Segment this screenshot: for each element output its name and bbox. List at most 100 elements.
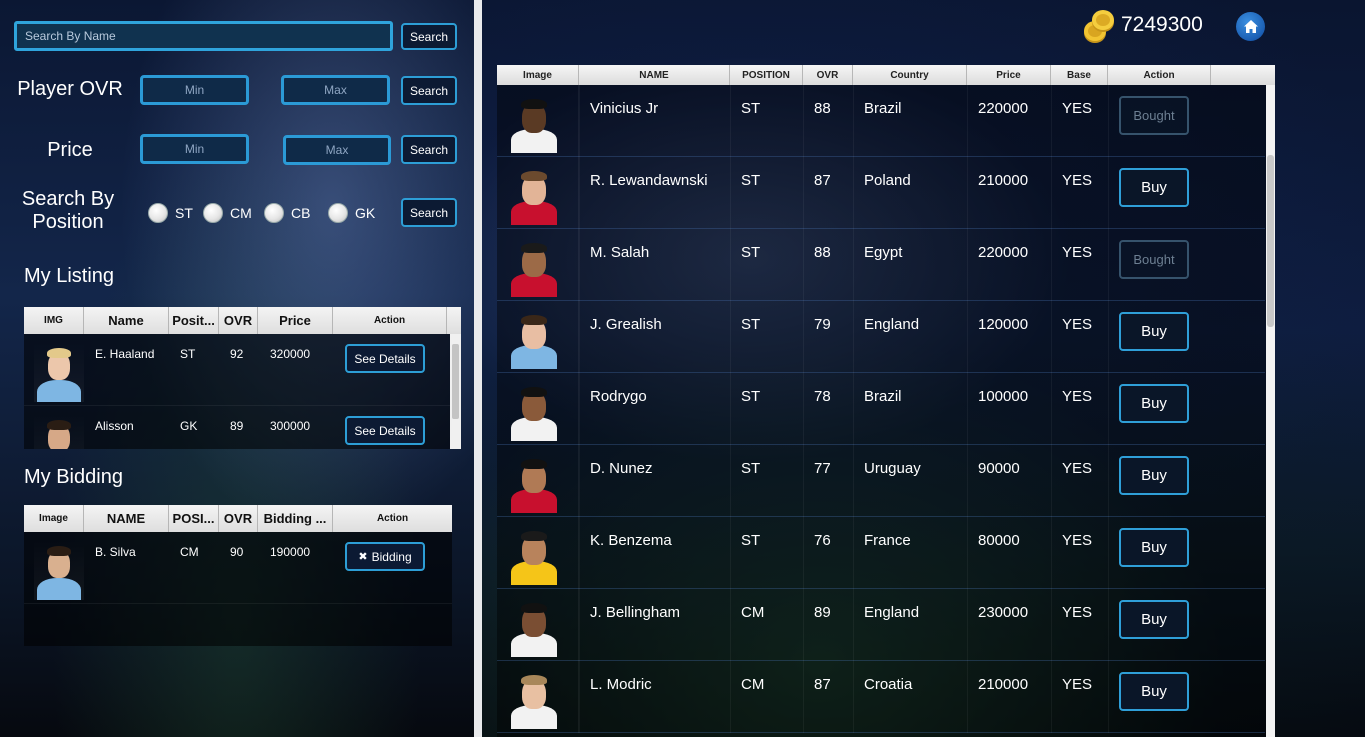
- radio-circle-icon[interactable]: [328, 203, 348, 223]
- price-search-button[interactable]: Search: [401, 135, 457, 164]
- cell-name: J. Bellingham: [590, 604, 681, 621]
- column-divider: [1051, 589, 1052, 661]
- market-row: D. Nunez ST 77 Uruguay 90000 YES Buy: [497, 445, 1265, 517]
- player-image: [497, 229, 579, 301]
- search-name-button[interactable]: Search: [401, 23, 457, 50]
- buy-button[interactable]: Buy: [1119, 672, 1189, 711]
- buy-button[interactable]: Buy: [1119, 528, 1189, 567]
- column-divider: [579, 373, 580, 445]
- player-image: [34, 342, 84, 402]
- cell-position: CM: [741, 676, 765, 693]
- cell-country: Uruguay: [864, 460, 921, 477]
- market-scrollbar[interactable]: [1266, 85, 1275, 737]
- cell-country: Egypt: [864, 244, 903, 261]
- buy-button[interactable]: Buy: [1119, 312, 1189, 351]
- radio-st[interactable]: ST: [148, 203, 193, 223]
- col-position[interactable]: Posit...: [169, 307, 219, 334]
- cell-name: J. Grealish: [590, 316, 662, 333]
- ovr-search-button[interactable]: Search: [401, 76, 457, 105]
- column-divider: [853, 517, 854, 589]
- cell-ovr: 89: [814, 604, 831, 621]
- column-divider: [853, 445, 854, 517]
- cell-base: YES: [1062, 244, 1093, 261]
- radio-cm[interactable]: CM: [203, 203, 252, 223]
- cell-price: 100000: [978, 388, 1029, 405]
- my-bidding-table: Image NAME POSI... OVR Bidding ... Actio…: [24, 505, 452, 646]
- col-action[interactable]: Action: [333, 307, 447, 334]
- radio-circle-icon[interactable]: [203, 203, 223, 223]
- listing-price: 300000: [270, 419, 311, 433]
- column-divider: [803, 589, 804, 661]
- bought-button[interactable]: Bought: [1119, 96, 1189, 135]
- col-price[interactable]: Price: [967, 65, 1051, 85]
- see-details-button[interactable]: See Details: [345, 416, 425, 445]
- col-name[interactable]: NAME: [84, 505, 169, 532]
- price-max-input[interactable]: Max: [283, 135, 391, 165]
- listing-position: ST: [180, 347, 196, 361]
- column-divider: [1051, 301, 1052, 373]
- cell-ovr: 88: [814, 244, 831, 261]
- column-divider: [967, 373, 968, 445]
- price-min-input[interactable]: Min: [140, 134, 249, 164]
- cell-ovr: 79: [814, 316, 831, 333]
- market-row: M. Salah ST 88 Egypt 220000 YES Bought: [497, 229, 1265, 301]
- market-row: J. Grealish ST 79 England 120000 YES Buy: [497, 301, 1265, 373]
- cell-country: Croatia: [864, 676, 913, 693]
- col-image[interactable]: Image: [24, 505, 84, 532]
- bought-button[interactable]: Bought: [1119, 240, 1189, 279]
- bidding-button[interactable]: ✖ Bidding: [345, 542, 425, 571]
- radio-circle-icon[interactable]: [264, 203, 284, 223]
- col-action[interactable]: Action: [333, 505, 452, 532]
- cell-position: ST: [741, 172, 761, 189]
- radio-gk[interactable]: GK: [328, 203, 375, 223]
- position-search-button[interactable]: Search: [401, 198, 457, 227]
- buy-button[interactable]: Buy: [1119, 600, 1189, 639]
- column-divider: [730, 661, 731, 733]
- see-details-button[interactable]: See Details: [345, 344, 425, 373]
- col-image[interactable]: Image: [497, 65, 579, 85]
- buy-button[interactable]: Buy: [1119, 384, 1189, 423]
- col-price[interactable]: Price: [258, 307, 333, 334]
- col-ovr[interactable]: OVR: [219, 505, 258, 532]
- player-image: [497, 517, 579, 589]
- player-image: [497, 589, 579, 661]
- ovr-max-input[interactable]: Max: [281, 75, 390, 105]
- column-divider: [730, 445, 731, 517]
- cell-base: YES: [1062, 100, 1093, 117]
- col-country[interactable]: Country: [853, 65, 967, 85]
- cell-ovr: 76: [814, 532, 831, 549]
- listing-row: Alisson GK 89 300000 See Details: [24, 406, 461, 449]
- scroll-thumb[interactable]: [1267, 155, 1274, 327]
- col-ovr[interactable]: OVR: [803, 65, 853, 85]
- scroll-thumb[interactable]: [452, 344, 459, 419]
- col-action[interactable]: Action: [1108, 65, 1211, 85]
- radio-cb[interactable]: CB: [264, 203, 310, 223]
- col-img[interactable]: IMG: [24, 307, 84, 334]
- bidding-row: B. Silva CM 90 190000 ✖ Bidding: [24, 532, 452, 604]
- col-base[interactable]: Base: [1051, 65, 1108, 85]
- column-divider: [853, 157, 854, 229]
- radio-circle-icon[interactable]: [148, 203, 168, 223]
- market-header: Image NAME POSITION OVR Country Price Ba…: [497, 65, 1275, 85]
- bidding-position: CM: [180, 545, 199, 559]
- column-divider: [730, 589, 731, 661]
- home-button[interactable]: [1236, 12, 1265, 41]
- buy-button[interactable]: Buy: [1119, 456, 1189, 495]
- cell-base: YES: [1062, 604, 1093, 621]
- ovr-min-input[interactable]: Min: [140, 75, 249, 105]
- column-divider: [1051, 229, 1052, 301]
- buy-button[interactable]: Buy: [1119, 168, 1189, 207]
- search-by-name-input[interactable]: [14, 21, 393, 51]
- col-name[interactable]: Name: [84, 307, 169, 334]
- col-bidding[interactable]: Bidding ...: [258, 505, 333, 532]
- market-table: Image NAME POSITION OVR Country Price Ba…: [497, 65, 1275, 737]
- col-ovr[interactable]: OVR: [219, 307, 258, 334]
- cell-position: ST: [741, 100, 761, 117]
- col-position[interactable]: POSI...: [169, 505, 219, 532]
- col-position[interactable]: POSITION: [730, 65, 803, 85]
- cell-base: YES: [1062, 532, 1093, 549]
- listing-scrollbar[interactable]: [450, 334, 461, 449]
- col-name[interactable]: NAME: [579, 65, 730, 85]
- column-divider: [579, 301, 580, 373]
- column-divider: [853, 589, 854, 661]
